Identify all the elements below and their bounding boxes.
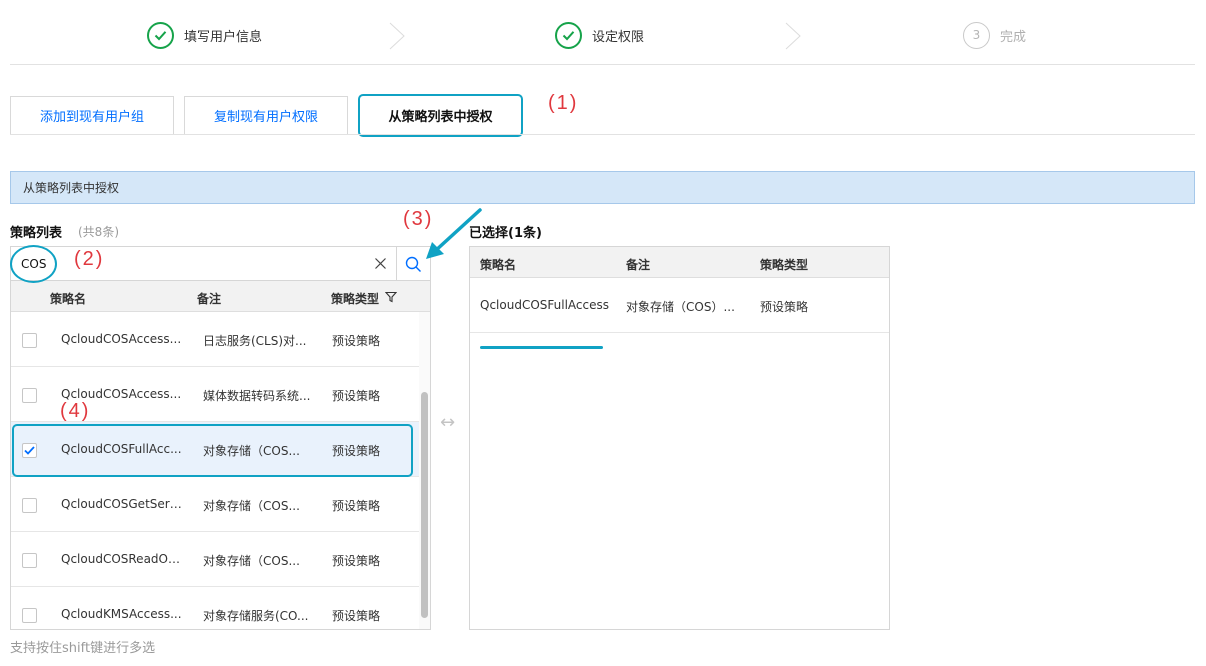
clear-icon[interactable] bbox=[374, 257, 387, 270]
annotation-1: (1) bbox=[548, 92, 579, 114]
policy-name: QcloudCOSFullAccess bbox=[480, 298, 609, 312]
row-checkbox[interactable] bbox=[22, 608, 37, 623]
policy-list-title: 策略列表 bbox=[10, 226, 63, 241]
policy-remark: 对象存储（COS... bbox=[203, 499, 300, 513]
policy-remark: 媒体数据转码系统... bbox=[203, 389, 311, 403]
annotation-4: (4) bbox=[60, 400, 91, 422]
table-row[interactable]: QcloudCOSGetServ... 对象存储（COS... 预设策略 bbox=[11, 477, 419, 532]
scrollbar-thumb[interactable] bbox=[421, 392, 428, 618]
policy-name: QcloudCOSAccess... bbox=[61, 332, 182, 346]
row-checkbox[interactable] bbox=[22, 553, 37, 568]
selected-list-panel: 策略名 备注 策略类型 QcloudCOSFullAccess 对象存储（COS… bbox=[469, 246, 890, 630]
table-header: 策略名 备注 策略类型 bbox=[470, 247, 889, 278]
policy-name: QcloudCOSGetServ... bbox=[61, 497, 186, 511]
tab-copy-permissions[interactable]: 复制现有用户权限 bbox=[184, 96, 348, 135]
policy-count: (共8条) bbox=[78, 225, 119, 239]
column-header-type: 策略类型 bbox=[760, 258, 809, 272]
policy-name: QcloudCOSReadOn... bbox=[61, 552, 186, 566]
policy-remark: 日志服务(CLS)对... bbox=[203, 334, 307, 348]
policy-remark: 对象存储服务(CO... bbox=[203, 609, 309, 623]
step-fill-user-info: 填写用户信息 bbox=[147, 21, 262, 49]
policy-type: 预设策略 bbox=[332, 389, 381, 403]
step-number: 3 bbox=[963, 21, 990, 49]
annotation-circle bbox=[10, 245, 57, 283]
check-circle-icon bbox=[147, 21, 174, 49]
policy-remark: 对象存储（COS）... bbox=[626, 300, 735, 314]
check-circle-icon bbox=[555, 21, 582, 49]
policy-type: 预设策略 bbox=[760, 300, 809, 314]
step-label: 完成 bbox=[1000, 29, 1027, 45]
chevron-right-icon bbox=[785, 22, 801, 50]
column-header-name: 策略名 bbox=[50, 292, 87, 306]
divider bbox=[10, 134, 1195, 135]
selected-list-title: 已选择(1条) bbox=[469, 226, 542, 241]
step-label: 设定权限 bbox=[592, 29, 645, 45]
policy-type: 预设策略 bbox=[332, 554, 381, 568]
policy-remark: 对象存储（COS... bbox=[203, 554, 300, 568]
policy-type: 预设策略 bbox=[332, 499, 381, 513]
chevron-right-icon bbox=[389, 22, 405, 50]
swap-arrows-icon: ↔ bbox=[440, 412, 456, 433]
step-complete: 3 完成 bbox=[963, 21, 1026, 49]
step-set-permissions: 设定权限 bbox=[555, 21, 644, 49]
multi-select-hint: 支持按住shift键进行多选 bbox=[10, 641, 156, 656]
annotation-underline bbox=[480, 346, 603, 349]
table-row[interactable]: QcloudCOSReadOn... 对象存储（COS... 预设策略 bbox=[11, 532, 419, 587]
table-row[interactable]: QcloudCOSAccess... 日志服务(CLS)对... 预设策略 bbox=[11, 312, 419, 367]
annotation-highlight bbox=[12, 424, 413, 477]
table-row[interactable]: QcloudKMSAccess... 对象存储服务(CO... 预设策略 bbox=[11, 587, 419, 629]
info-banner: 从策略列表中授权 bbox=[10, 171, 1195, 204]
column-header-remark: 备注 bbox=[626, 258, 651, 272]
policy-name: QcloudCOSAccess... bbox=[61, 387, 182, 401]
policy-type: 预设策略 bbox=[332, 334, 381, 348]
filter-icon[interactable] bbox=[385, 291, 397, 303]
tab-add-to-group[interactable]: 添加到现有用户组 bbox=[10, 96, 174, 135]
divider bbox=[10, 64, 1195, 65]
table-header: 策略名 备注 策略类型 bbox=[11, 281, 430, 312]
policy-name: QcloudKMSAccess... bbox=[61, 607, 182, 621]
column-header-name: 策略名 bbox=[480, 258, 517, 272]
row-checkbox[interactable] bbox=[22, 333, 37, 348]
row-checkbox[interactable] bbox=[22, 498, 37, 513]
column-header-remark: 备注 bbox=[197, 292, 222, 306]
tab-grant-from-policy-list[interactable]: 从策略列表中授权 bbox=[358, 94, 523, 137]
policy-type: 预设策略 bbox=[332, 609, 381, 623]
column-header-type: 策略类型 bbox=[331, 292, 380, 306]
row-checkbox[interactable] bbox=[22, 388, 37, 403]
annotation-2: (2) bbox=[74, 248, 105, 270]
selected-row[interactable]: QcloudCOSFullAccess 对象存储（COS）... 预设策略 bbox=[470, 278, 889, 349]
step-label: 填写用户信息 bbox=[184, 29, 263, 45]
